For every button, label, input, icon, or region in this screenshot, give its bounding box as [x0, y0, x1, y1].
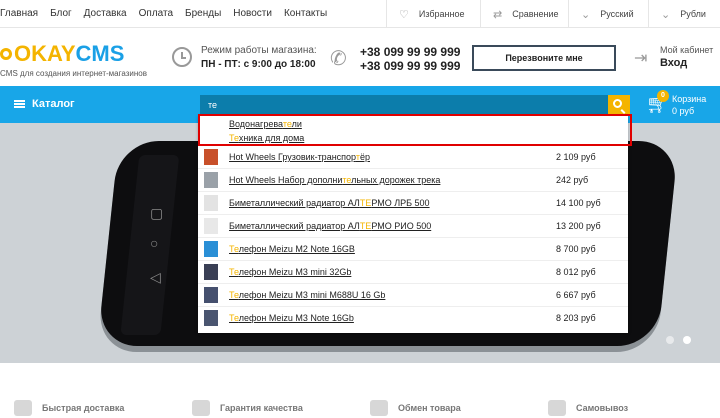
product-row[interactable]: Hot Wheels Грузовик-транспортёр 2 109 ру… — [198, 145, 628, 168]
phone-number-2[interactable]: +38 099 99 99 999 — [360, 59, 460, 73]
feature-quality-guarantee: Гарантия качества — [192, 400, 303, 416]
slider-dot[interactable] — [666, 336, 674, 344]
hours-value: ПН - ПТ: с 9:00 до 18:00 — [201, 59, 316, 70]
logo-ring-icon — [0, 48, 12, 60]
product-price: 6 667 руб — [556, 290, 596, 300]
compare-link[interactable]: ⇄ Сравнение — [480, 0, 572, 28]
favorites-link[interactable]: ♡ Избранное — [386, 0, 484, 28]
product-name[interactable]: Телефон Meizu M2 Note 16GB — [229, 244, 355, 254]
suggestion-highlight-box — [198, 114, 632, 146]
product-row[interactable]: Телефон Meizu M3 Note 16Gb 8 203 руб — [198, 306, 628, 329]
phone-icon: ✆ — [330, 48, 347, 70]
product-name[interactable]: Телефон Meizu M3 mini 32Gb — [229, 267, 351, 277]
product-row[interactable]: Телефон Meizu M3 mini 32Gb 8 012 руб — [198, 260, 628, 283]
nav-payment-link[interactable]: Оплата — [139, 8, 173, 19]
login-link[interactable]: Вход — [660, 57, 687, 69]
product-thumbnail — [204, 287, 218, 303]
product-thumbnail — [204, 149, 218, 165]
header: OKAYCMS CMS для создания интернет-магази… — [0, 28, 720, 86]
language-value: Русский — [600, 9, 634, 19]
phone-button-icon: ○ — [150, 235, 159, 251]
product-row[interactable]: Биметаллический радиатор АЛТЕРМО ЛРБ 500… — [198, 191, 628, 214]
medal-icon — [192, 400, 210, 416]
recycle-icon — [370, 400, 388, 416]
cart-total: 0 руб — [672, 106, 695, 116]
product-thumbnail — [204, 172, 218, 188]
product-price: 8 012 руб — [556, 267, 596, 277]
product-thumbnail — [204, 218, 218, 234]
shuffle-icon: ⇄ — [493, 8, 503, 21]
product-row[interactable]: Hot Wheels Набор дополнительных дорожек … — [198, 168, 628, 191]
phone-number-1[interactable]: +38 099 99 99 999 — [360, 45, 460, 59]
product-price: 8 700 руб — [556, 244, 596, 254]
compare-label: Сравнение — [512, 9, 559, 19]
product-price: 14 100 руб — [556, 198, 601, 208]
catalog-button[interactable]: Каталог — [14, 98, 75, 110]
page: Главная Блог Доставка Оплата Бренды Ново… — [0, 0, 720, 418]
search-autocomplete: Водонагреватели Техника для дома Hot Whe… — [198, 115, 628, 333]
product-price: 2 109 руб — [556, 152, 596, 162]
currency-value: Рубли — [680, 9, 706, 19]
feature-fast-delivery: Быстрая доставка — [14, 400, 124, 416]
dolly-icon — [548, 400, 566, 416]
login-icon: ⇥ — [634, 50, 648, 67]
currency-select[interactable]: ⌄ Рубли — [648, 0, 720, 28]
nav-contacts-link[interactable]: Контакты — [284, 8, 327, 19]
favorites-label: Избранное — [418, 9, 465, 19]
feature-exchange: Обмен товара — [370, 400, 461, 416]
phone-button-icon: ◁ — [150, 269, 161, 285]
product-row[interactable]: Телефон Meizu M3 mini M688U 16 Gb 6 667 … — [198, 283, 628, 306]
nav-home-link[interactable]: Главная — [0, 8, 38, 19]
hours-label: Режим работы магазина: — [201, 45, 317, 56]
nav-news-link[interactable]: Новости — [233, 8, 272, 19]
features-strip: Быстрая доставка Гарантия качества Обмен… — [0, 363, 720, 418]
product-thumbnail — [204, 195, 218, 211]
truck-icon — [14, 400, 32, 416]
cart-label[interactable]: Корзина — [672, 94, 706, 104]
product-row[interactable]: Биметаллический радиатор АЛТЕРМО РИО 500… — [198, 214, 628, 237]
product-name[interactable]: Hot Wheels Набор дополнительных дорожек … — [229, 175, 440, 185]
cart-count-badge: 0 — [657, 90, 669, 102]
search-icon — [613, 99, 622, 108]
clock-icon — [172, 47, 192, 67]
account-label: Мой кабинет — [660, 45, 714, 55]
product-price: 13 200 руб — [556, 221, 601, 231]
product-name[interactable]: Телефон Meizu M3 Note 16Gb — [229, 313, 354, 323]
product-name[interactable]: Биметаллический радиатор АЛТЕРМО ЛРБ 500 — [229, 198, 430, 208]
product-thumbnail — [204, 310, 218, 326]
feature-pickup: Самовывоз — [548, 400, 628, 416]
nav-brands-link[interactable]: Бренды — [185, 8, 221, 19]
slider-dot-active[interactable] — [683, 336, 691, 344]
product-row[interactable]: Телефон Meizu M2 Note 16GB 8 700 руб — [198, 237, 628, 260]
menu-icon — [14, 100, 25, 108]
phone-button-icon: ▢ — [150, 205, 164, 221]
top-nav: Главная Блог Доставка Оплата Бренды Ново… — [0, 8, 327, 19]
nav-blog-link[interactable]: Блог — [50, 8, 72, 19]
product-name[interactable]: Телефон Meizu M3 mini M688U 16 Gb — [229, 290, 385, 300]
logo[interactable]: OKAYCMS — [0, 41, 124, 67]
top-bar: Главная Блог Доставка Оплата Бренды Ново… — [0, 0, 720, 28]
logo-tagline: CMS для создания интернет-магазинов — [0, 69, 147, 78]
product-name[interactable]: Hot Wheels Грузовик-транспортёр — [229, 152, 370, 162]
callback-button[interactable]: Перезвоните мне — [472, 45, 616, 71]
product-thumbnail — [204, 241, 218, 257]
language-select[interactable]: ⌄ Русский — [568, 0, 658, 28]
product-price: 242 руб — [556, 175, 589, 185]
search-button[interactable] — [608, 95, 630, 115]
chevron-down-icon: ⌄ — [661, 8, 671, 21]
product-price: 8 203 руб — [556, 313, 596, 323]
heart-icon: ♡ — [399, 8, 409, 21]
search-input[interactable] — [200, 95, 610, 115]
product-thumbnail — [204, 264, 218, 280]
product-name[interactable]: Биметаллический радиатор АЛТЕРМО РИО 500 — [229, 221, 431, 231]
chevron-down-icon: ⌄ — [581, 8, 591, 21]
nav-delivery-link[interactable]: Доставка — [84, 8, 127, 19]
